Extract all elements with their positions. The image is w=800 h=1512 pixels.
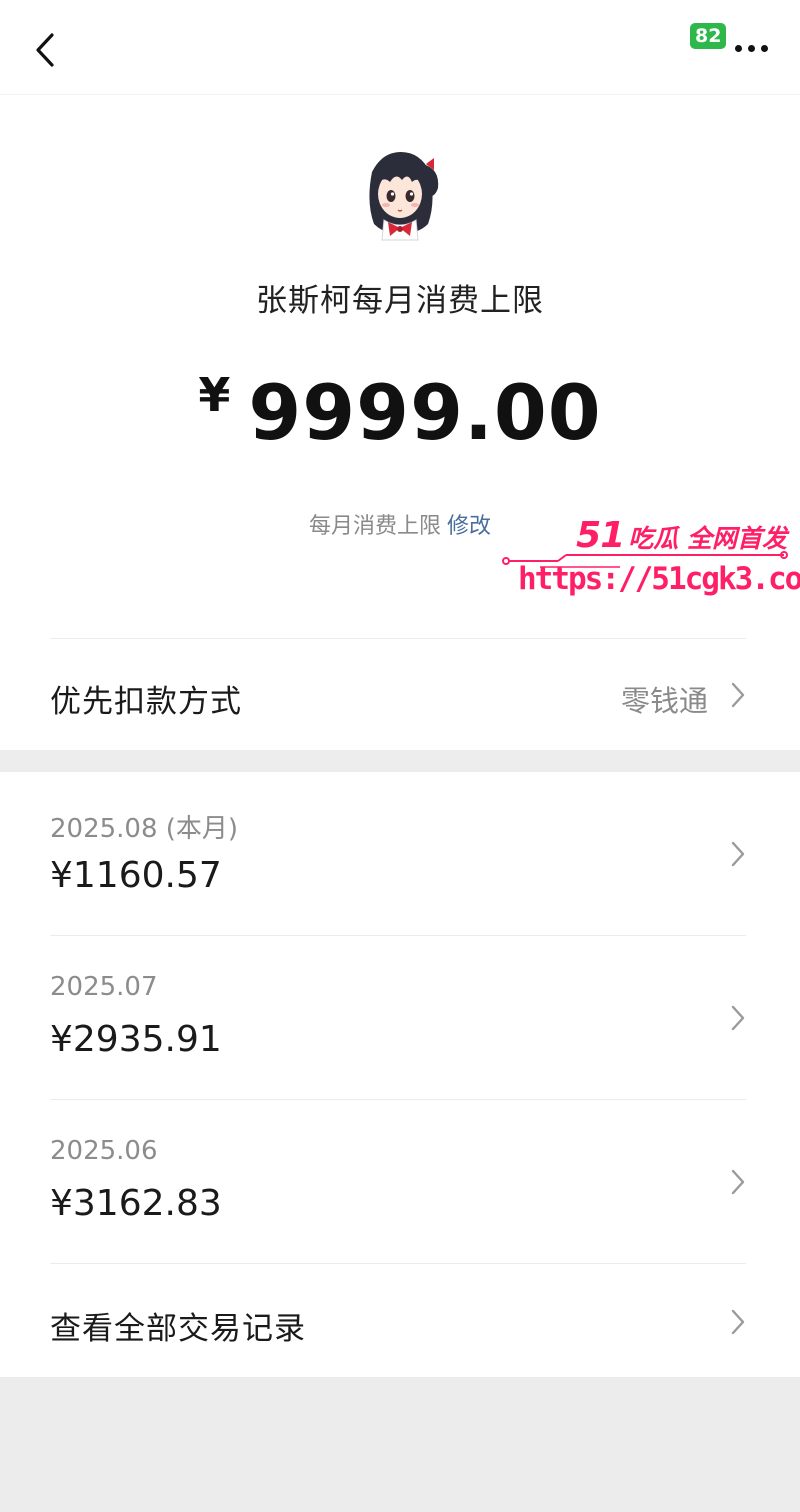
- page-title: 张斯柯每月消费上限: [256, 283, 544, 319]
- watermark-brand-number: 51: [576, 515, 625, 556]
- month-date: 2025.07: [50, 972, 158, 1002]
- page: 82 张斯柯每月消费上限 ¥9999.00 每月消费上限 修改 51 吃瓜 全网…: [0, 0, 800, 1512]
- divider: [50, 1263, 746, 1264]
- section-separator: [0, 750, 800, 772]
- payment-method-row[interactable]: 优先扣款方式 零钱通: [0, 640, 800, 750]
- all-records-label: 查看全部交易记录: [50, 1311, 306, 1347]
- month-amount: ¥3162.83: [50, 1183, 222, 1224]
- back-button[interactable]: [28, 28, 62, 72]
- month-date: 2025.08 (本月): [50, 814, 239, 844]
- chevron-right-icon: [731, 1309, 745, 1335]
- payment-method-label: 优先扣款方式: [50, 684, 242, 720]
- month-record-row[interactable]: 2025.08 (本月) ¥1160.57: [0, 772, 800, 932]
- chevron-right-icon: [731, 1169, 745, 1195]
- chevron-left-icon: [36, 33, 54, 67]
- month-amount: ¥2935.91: [50, 1019, 222, 1060]
- chevron-right-icon: [731, 841, 745, 867]
- month-date: 2025.06: [50, 1136, 158, 1166]
- limit-amount: ¥9999.00: [0, 368, 800, 457]
- watermark-url: https://51cgk3.com: [518, 561, 800, 597]
- limit-value: 9999.00: [248, 368, 602, 457]
- avatar: [369, 152, 439, 241]
- more-dots-icon: [735, 44, 742, 52]
- edit-limit-link[interactable]: 修改: [447, 514, 491, 539]
- month-record-row[interactable]: 2025.07 ¥2935.91: [0, 936, 800, 1096]
- payment-method-value: 零钱通: [620, 684, 708, 718]
- top-bar: 82: [0, 0, 800, 95]
- month-amount: ¥1160.57: [50, 855, 222, 896]
- currency-symbol: ¥: [198, 368, 231, 422]
- all-records-row[interactable]: 查看全部交易记录: [0, 1265, 800, 1377]
- bottom-area: [0, 1377, 800, 1512]
- divider: [50, 638, 746, 639]
- chevron-right-icon: [731, 682, 745, 708]
- month-record-row[interactable]: 2025.06 ¥3162.83: [0, 1100, 800, 1260]
- watermark-brand-text: 吃瓜 全网首发: [628, 524, 787, 553]
- watermark: 51 吃瓜 全网首发 https://51cgk3.com: [490, 515, 800, 605]
- chevron-right-icon: [731, 1005, 745, 1031]
- more-button[interactable]: [718, 34, 768, 62]
- limit-label: 每月消费上限: [308, 514, 441, 539]
- watermark-brand: 51 吃瓜 全网首发: [576, 515, 787, 556]
